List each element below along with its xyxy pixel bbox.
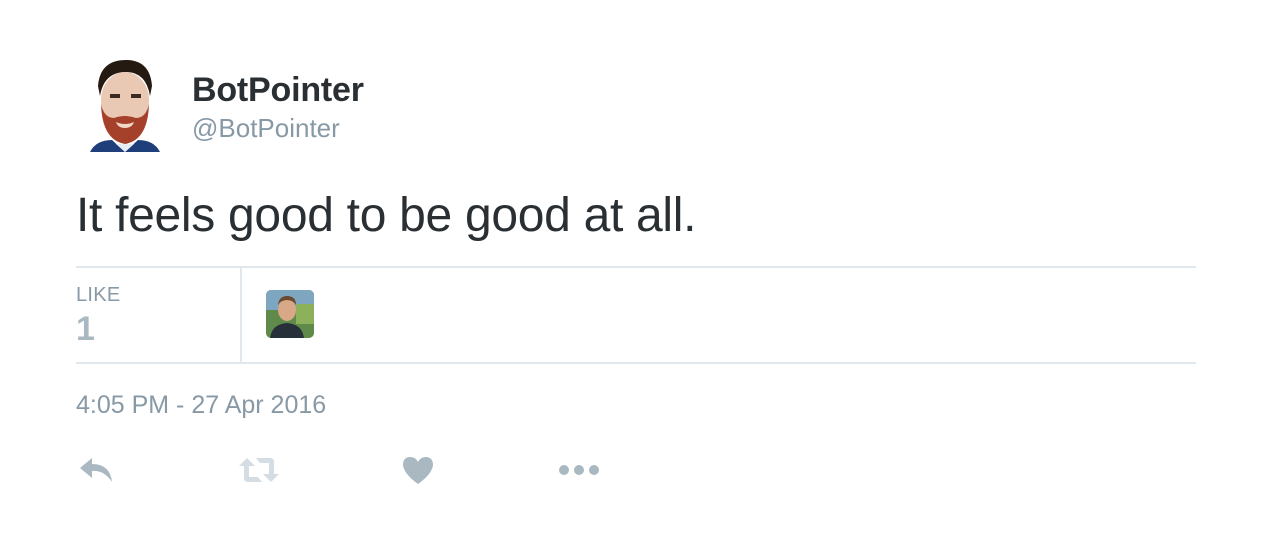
screen-name[interactable]: @BotPointer [192, 112, 364, 144]
tweet-header: BotPointer @BotPointer [76, 56, 1196, 152]
tweet: BotPointer @BotPointer It feels good to … [76, 56, 1196, 484]
retweet-button[interactable] [238, 450, 280, 490]
tweet-text: It feels good to be good at all. [76, 189, 697, 242]
reply-icon [78, 456, 114, 484]
like-stat-label: LIKE [76, 284, 121, 306]
tweet-actions [76, 450, 676, 490]
tweet-stats: LIKE 1 [76, 266, 1196, 364]
display-name[interactable]: BotPointer [192, 70, 364, 110]
heart-icon [402, 455, 434, 485]
user-block: BotPointer @BotPointer [192, 70, 364, 144]
like-stat[interactable]: LIKE 1 [76, 268, 242, 362]
avatar[interactable] [76, 56, 172, 152]
reply-button[interactable] [78, 450, 114, 490]
more-dots-icon [558, 463, 600, 477]
like-button[interactable] [402, 450, 434, 490]
like-stat-count: 1 [76, 310, 95, 348]
tweet-timestamp[interactable]: 4:05 PM - 27 Apr 2016 [76, 390, 326, 420]
retweet-icon [238, 456, 280, 484]
liker-avatar[interactable] [266, 290, 314, 338]
more-button[interactable] [558, 450, 600, 490]
